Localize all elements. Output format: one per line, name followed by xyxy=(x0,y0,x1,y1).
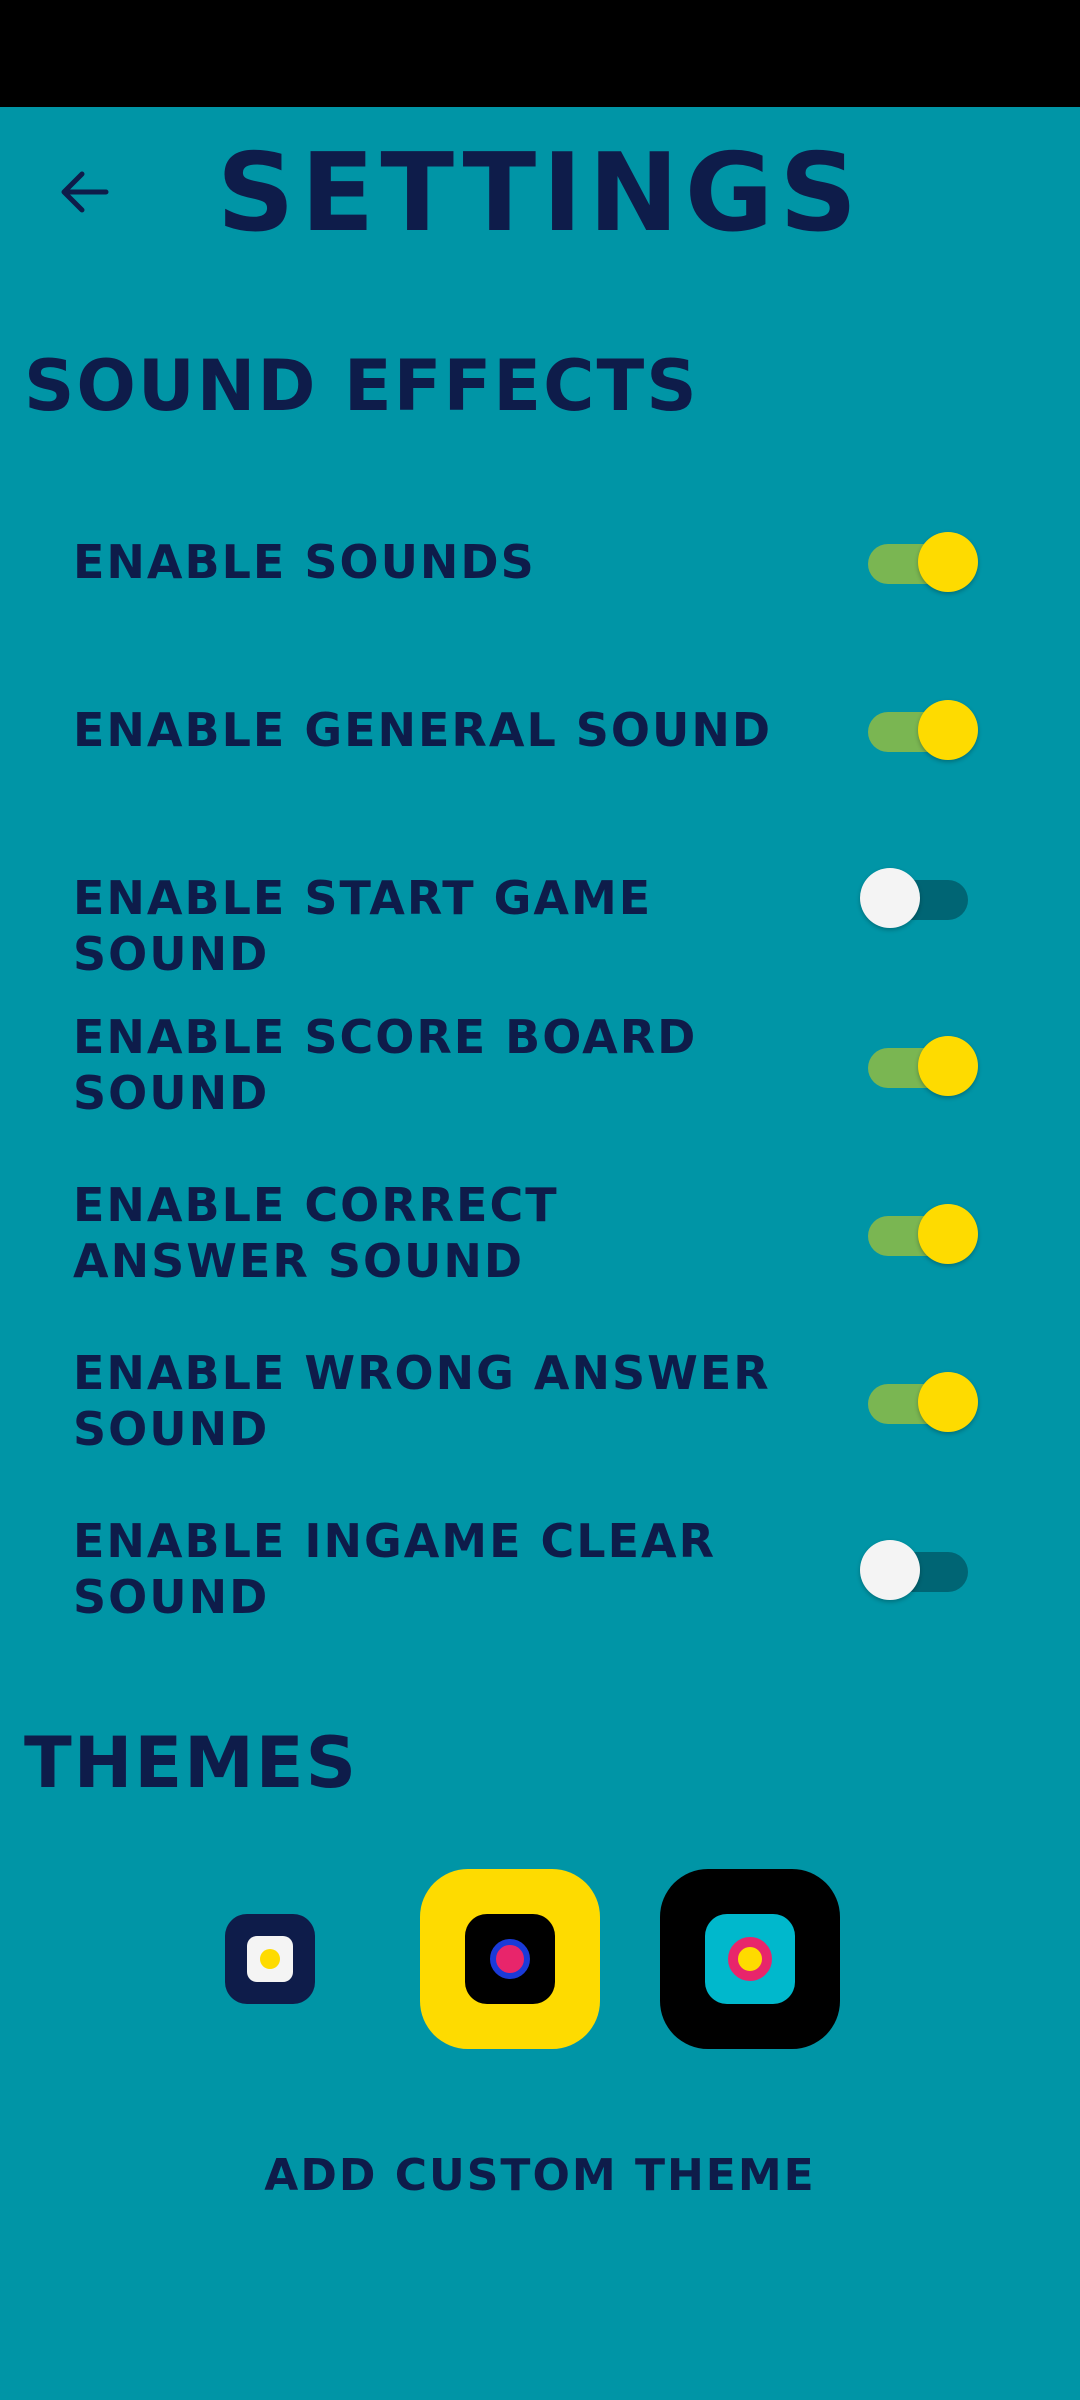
status-bar xyxy=(0,0,1080,107)
setting-label: Enable sounds xyxy=(73,535,536,589)
setting-row-enable-score-board-sound: Enable score board sound xyxy=(0,1001,1080,1131)
setting-row-enable-wrong-answer-sound: Enable wrong answer sound xyxy=(0,1337,1080,1467)
toggle-enable-score-board-sound[interactable] xyxy=(858,1034,978,1098)
setting-label: Enable wrong answer sound xyxy=(73,1346,771,1456)
toggle-thumb xyxy=(918,1036,978,1096)
themes-heading: THEMES xyxy=(24,1722,359,1804)
setting-label: Enable start game sound xyxy=(73,871,653,981)
toggle-thumb xyxy=(918,1204,978,1264)
theme-option-yellow[interactable] xyxy=(420,1869,600,2049)
toggle-thumb xyxy=(918,1372,978,1432)
toggle-thumb xyxy=(860,1540,920,1600)
theme-option-navy[interactable] xyxy=(225,1914,315,2004)
theme-swatch-dot xyxy=(490,1939,530,1979)
setting-row-enable-sounds: Enable sounds xyxy=(0,497,1080,627)
setting-row-enable-correct-answer-sound: Enable correct answer sound xyxy=(0,1169,1080,1299)
toggle-enable-correct-answer-sound[interactable] xyxy=(858,1202,978,1266)
page-title: SETTINGS xyxy=(216,131,864,256)
toggle-enable-ingame-clear-sound[interactable] xyxy=(858,1538,978,1602)
sound-effects-heading: SOUND EFFECTS xyxy=(24,345,699,427)
toggle-enable-start-game-sound[interactable] xyxy=(858,866,978,930)
setting-label: Enable general sound xyxy=(73,703,773,757)
setting-row-enable-ingame-clear-sound: Enable ingame clear sound xyxy=(0,1505,1080,1635)
toggle-enable-wrong-answer-sound[interactable] xyxy=(858,1370,978,1434)
theme-option-black[interactable] xyxy=(660,1869,840,2049)
toggle-enable-general-sound[interactable] xyxy=(858,698,978,762)
toggle-thumb xyxy=(918,700,978,760)
toggle-thumb xyxy=(918,532,978,592)
setting-row-enable-start-game-sound: Enable start game sound xyxy=(0,833,1080,981)
setting-label: Enable score board sound xyxy=(73,1010,698,1120)
setting-label: Enable correct answer sound xyxy=(73,1178,559,1288)
toggle-enable-sounds[interactable] xyxy=(858,530,978,594)
setting-label: Enable ingame clear sound xyxy=(73,1514,717,1624)
setting-row-enable-general-sound: Enable general sound xyxy=(0,665,1080,795)
add-custom-theme-button[interactable]: ADD CUSTOM THEME xyxy=(0,2150,1080,2201)
toggle-thumb xyxy=(860,868,920,928)
theme-swatch-dot xyxy=(728,1937,772,1981)
theme-swatch-dot xyxy=(260,1949,280,1969)
